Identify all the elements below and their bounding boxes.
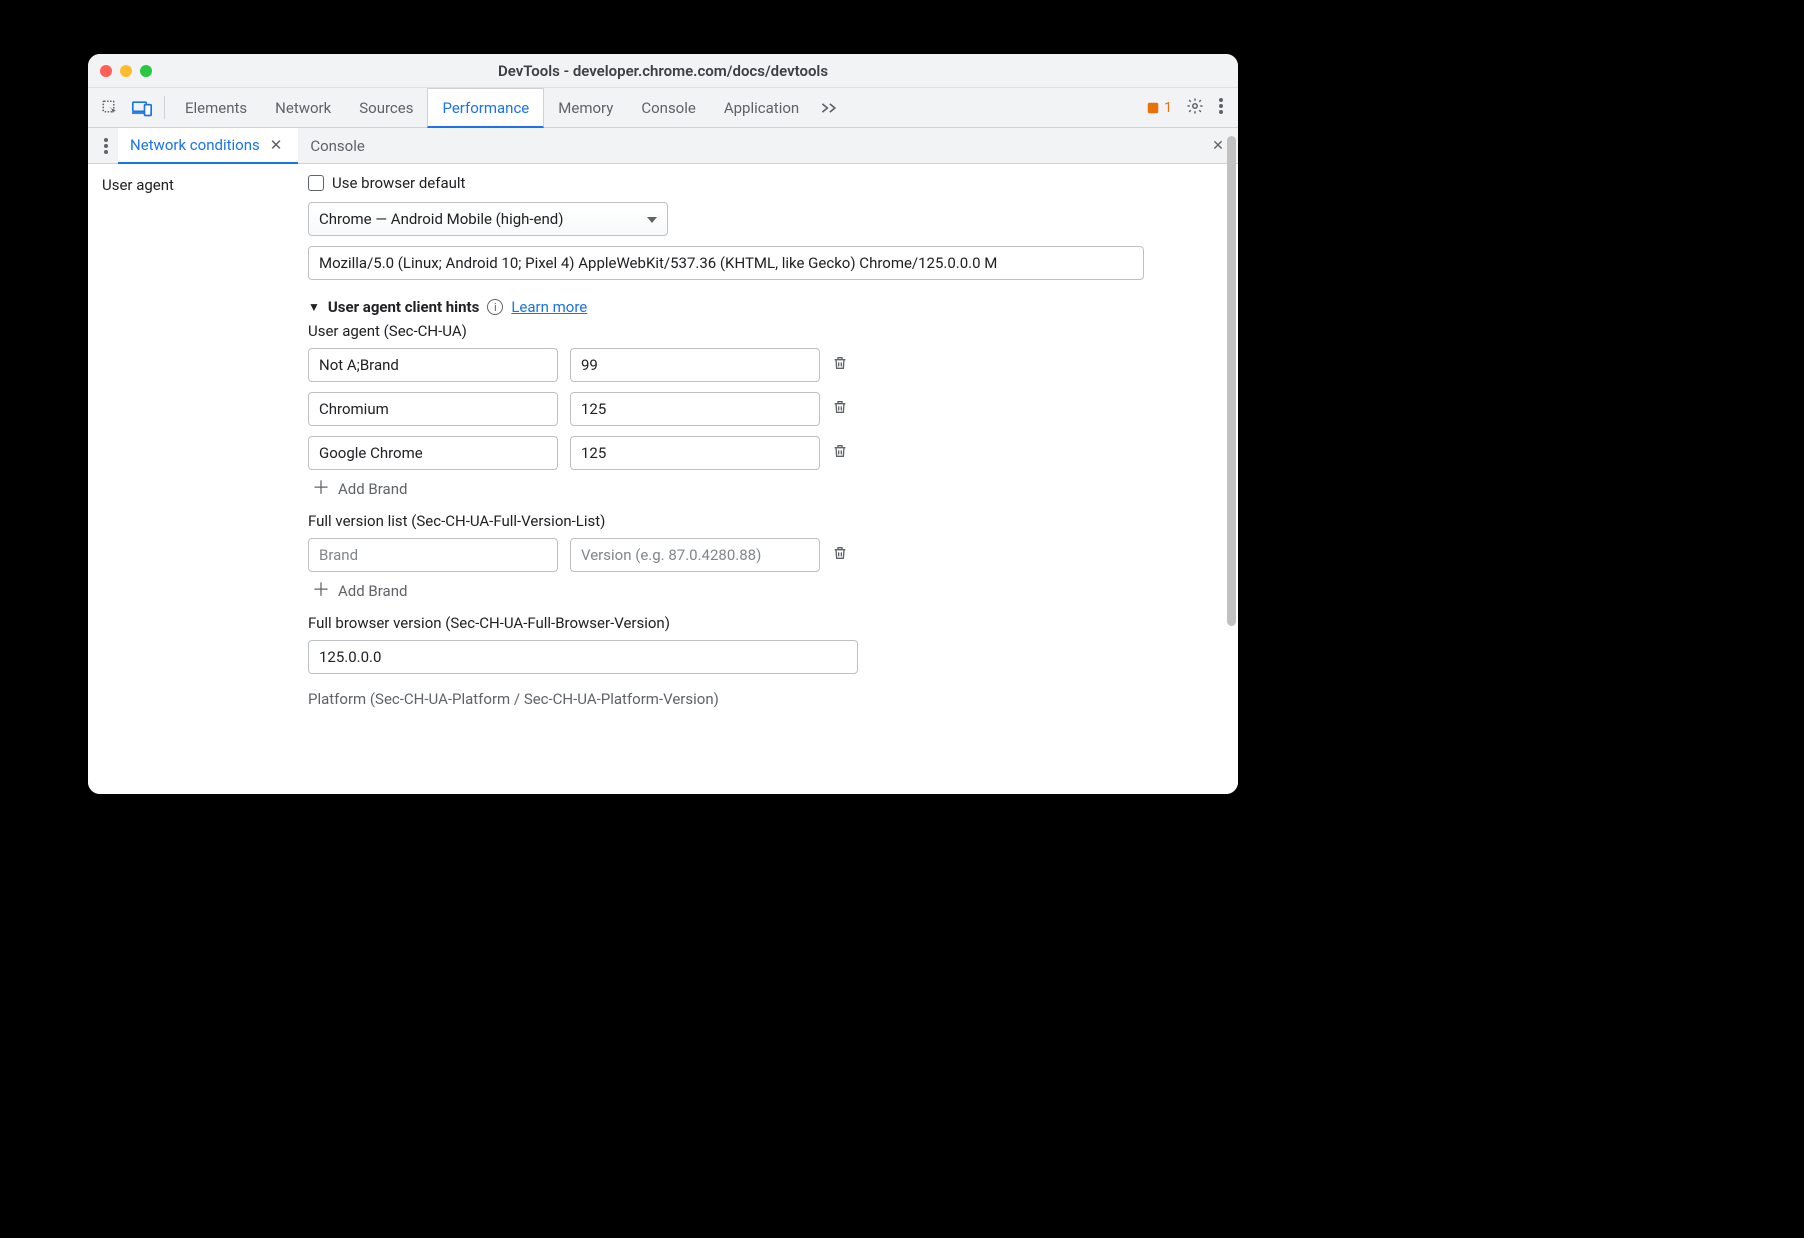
inspect-icon[interactable]	[94, 88, 126, 127]
full-browser-version-input[interactable]	[308, 640, 858, 674]
right-column: Use browser default Chrome — Android Mob…	[308, 164, 1238, 794]
use-browser-default-checkbox[interactable]	[308, 175, 324, 191]
ua-preset-select[interactable]: Chrome — Android Mobile (high-end)	[308, 202, 668, 236]
tab-console[interactable]: Console	[627, 88, 710, 127]
drawer-tab-network-conditions[interactable]: Network conditions ✕	[118, 128, 298, 164]
brand-row	[308, 348, 1224, 382]
add-brand-button[interactable]: ＋ Add Brand	[312, 480, 1224, 498]
platform-label-cutoff: Platform (Sec-CH-UA-Platform / Sec-CH-UA…	[308, 690, 1224, 708]
content: User agent Use browser default Chrome — …	[88, 164, 1238, 794]
add-brand-button-2[interactable]: ＋ Add Brand	[312, 582, 1224, 600]
brand-name-input[interactable]	[308, 348, 558, 382]
delete-icon[interactable]	[832, 544, 848, 566]
brand-row	[308, 392, 1224, 426]
devtools-window: DevTools - developer.chrome.com/docs/dev…	[88, 54, 1238, 794]
brand-name-input[interactable]	[308, 436, 558, 470]
delete-icon[interactable]	[832, 354, 848, 376]
drawer-tab-label: Network conditions	[130, 136, 260, 154]
full-version-list-label: Full version list (Sec-CH-UA-Full-Versio…	[308, 512, 1224, 530]
close-icon[interactable]: ✕	[266, 136, 287, 154]
scrollbar[interactable]	[1227, 136, 1236, 626]
tab-memory[interactable]: Memory	[544, 88, 627, 127]
brand-version-input[interactable]	[570, 436, 820, 470]
ua-string-input[interactable]	[308, 246, 1144, 280]
tab-application[interactable]: Application	[710, 88, 813, 127]
ua-preset-value: Chrome — Android Mobile (high-end)	[319, 210, 563, 228]
plus-icon: ＋	[312, 480, 330, 498]
use-browser-default-label: Use browser default	[332, 174, 465, 192]
more-tabs-icon[interactable]	[813, 88, 845, 127]
add-brand-label: Add Brand	[338, 582, 407, 600]
disclosure-triangle-icon[interactable]: ▼	[308, 300, 320, 314]
settings-icon[interactable]	[1186, 97, 1204, 119]
plus-icon: ＋	[312, 582, 330, 600]
toolbar-right: 1	[1146, 88, 1232, 127]
tab-network[interactable]: Network	[261, 88, 345, 127]
add-brand-label: Add Brand	[338, 480, 407, 498]
kebab-menu-icon[interactable]	[1218, 97, 1224, 119]
sec-ch-ua-label: User agent (Sec-CH-UA)	[308, 322, 1224, 340]
user-agent-label: User agent	[102, 176, 294, 194]
device-toolbar-icon[interactable]	[126, 88, 158, 127]
tab-performance[interactable]: Performance	[427, 88, 544, 128]
main-tabs: Elements Network Sources Performance Mem…	[88, 88, 1238, 128]
window-title: DevTools - developer.chrome.com/docs/dev…	[88, 62, 1238, 80]
full-browser-version-label: Full browser version (Sec-CH-UA-Full-Bro…	[308, 614, 1224, 632]
learn-more-link[interactable]: Learn more	[511, 298, 587, 316]
delete-icon[interactable]	[832, 398, 848, 420]
drawer-tab-console[interactable]: Console	[298, 128, 377, 163]
left-column: User agent	[88, 164, 308, 794]
warnings-count: 1	[1164, 100, 1172, 116]
tab-elements[interactable]: Elements	[171, 88, 261, 127]
brand-version-input[interactable]	[570, 392, 820, 426]
divider	[164, 96, 165, 119]
titlebar: DevTools - developer.chrome.com/docs/dev…	[88, 54, 1238, 88]
drawer-menu-icon[interactable]	[94, 128, 118, 163]
brand-row	[308, 436, 1224, 470]
brand-name-input[interactable]	[308, 392, 558, 426]
warnings-badge[interactable]: 1	[1146, 100, 1172, 116]
brand-version-input[interactable]	[570, 348, 820, 382]
fvl-version-input[interactable]	[570, 538, 820, 572]
full-version-list-row	[308, 538, 1224, 572]
delete-icon[interactable]	[832, 442, 848, 464]
client-hints-title: User agent client hints	[328, 298, 479, 316]
info-icon[interactable]: i	[487, 299, 503, 315]
tab-sources[interactable]: Sources	[345, 88, 427, 127]
drawer-tabs: Network conditions ✕ Console ✕	[88, 128, 1238, 164]
fvl-brand-input[interactable]	[308, 538, 558, 572]
